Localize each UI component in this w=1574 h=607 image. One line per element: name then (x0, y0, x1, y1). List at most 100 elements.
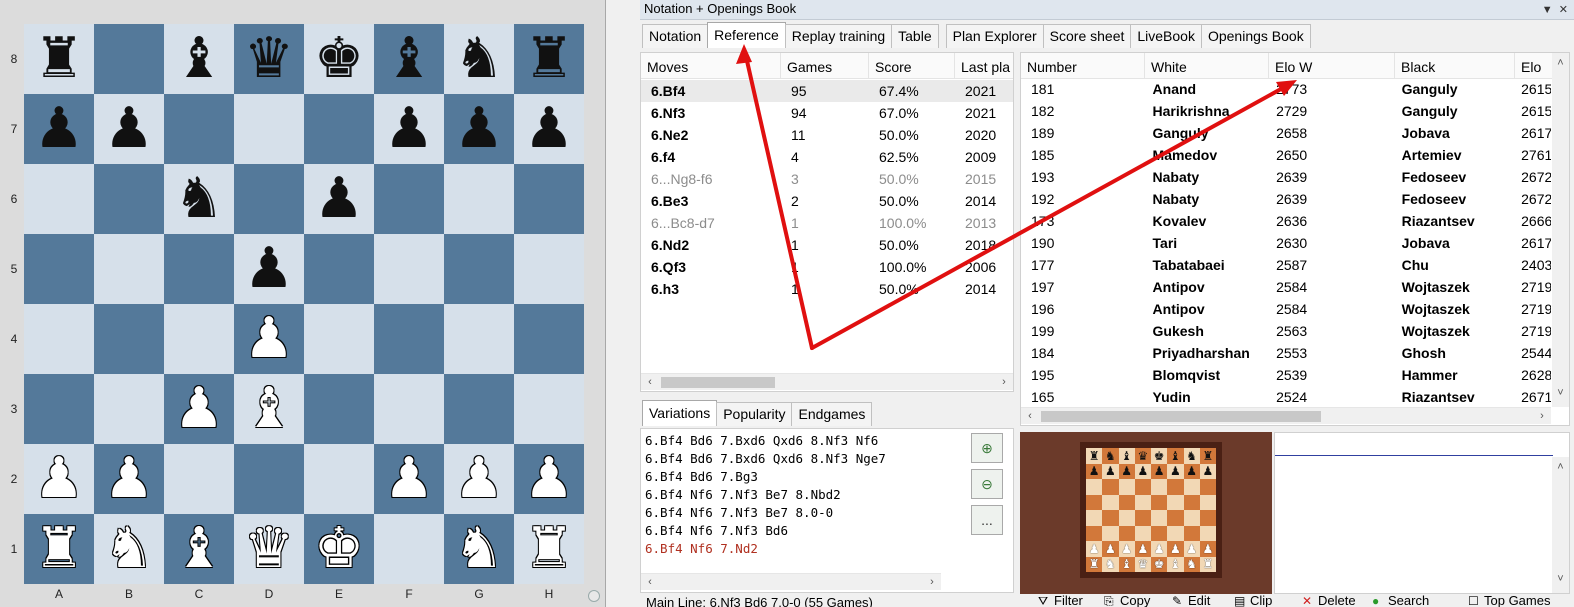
games-table-row[interactable]: 196 Antipov 2584 Wojtaszek 2719 (1021, 298, 1551, 320)
black-pawn-icon[interactable]: ♟ (104, 101, 154, 157)
board-square-c3[interactable]: ♟ (164, 374, 234, 444)
games-table-row[interactable]: 182 Harikrishna 2729 Ganguly 2615 (1021, 100, 1551, 122)
board-square-b4[interactable] (94, 304, 164, 374)
zoom-out-button[interactable]: ⊖ (971, 469, 1003, 499)
col-last-played[interactable]: Last pla (955, 53, 1013, 79)
board-square-h2[interactable]: ♟ (514, 444, 584, 514)
chess-board[interactable]: ♜ ♝ ♛ ♚ ♝ ♞ ♜ ♟ ♟ ♟ ♟ ♟ ♞ ♟ ♟ ♟ ♟ ♝ ♟ ♟ ♟ ♟ ♟ ♜ ♞ ♝ ♛ ♚ ♞ ♜ (24, 24, 584, 584)
board-square-g5[interactable] (444, 234, 514, 304)
black-pawn-icon[interactable]: ♟ (314, 171, 364, 227)
games-table-row[interactable]: 197 Antipov 2584 Wojtaszek 2719 (1021, 276, 1551, 298)
black-knight-icon[interactable]: ♞ (454, 31, 504, 87)
black-pawn-icon[interactable]: ♟ (454, 101, 504, 157)
tab-popularity[interactable]: Popularity (716, 402, 793, 426)
board-square-g3[interactable] (444, 374, 514, 444)
black-bishop-icon[interactable]: ♝ (384, 31, 434, 87)
scroll-down-icon[interactable]: ˅ (1552, 573, 1569, 585)
board-square-d5[interactable]: ♟ (234, 234, 304, 304)
tab-replay-training[interactable]: Replay training (784, 24, 893, 48)
tab-variations[interactable]: Variations (642, 400, 718, 426)
board-square-c4[interactable] (164, 304, 234, 374)
board-square-f3[interactable] (374, 374, 444, 444)
games-hscrollbar[interactable]: ‹ › (1021, 407, 1551, 424)
search-button[interactable]: ● Search (1372, 593, 1429, 607)
games-table-row[interactable]: 165 Yudin 2524 Riazantsev 2671 (1021, 386, 1551, 408)
board-square-b7[interactable]: ♟ (94, 94, 164, 164)
board-square-g7[interactable]: ♟ (444, 94, 514, 164)
board-square-a7[interactable]: ♟ (24, 94, 94, 164)
col-score[interactable]: Score (869, 53, 955, 79)
games-table-row[interactable]: 185 Mamedov 2650 Artemiev 2761 (1021, 144, 1551, 166)
white-bishop-icon[interactable]: ♝ (174, 521, 224, 577)
delete-button[interactable]: ✕ Delete (1302, 593, 1356, 607)
black-bishop-icon[interactable]: ♝ (174, 31, 224, 87)
white-pawn-icon[interactable]: ♟ (524, 451, 574, 507)
games-table-row[interactable]: 199 Gukesh 2563 Wojtaszek 2719 (1021, 320, 1551, 342)
tab-score-sheet[interactable]: Score sheet (1042, 24, 1132, 48)
variation-line[interactable]: 6.Bf4 Nf6 7.Nf3 Bd6 (645, 523, 788, 538)
board-square-f8[interactable]: ♝ (374, 24, 444, 94)
board-square-g1[interactable]: ♞ (444, 514, 514, 584)
board-square-e8[interactable]: ♚ (304, 24, 374, 94)
scroll-left-icon[interactable]: ‹ (1023, 408, 1037, 425)
white-knight-icon[interactable]: ♞ (454, 521, 504, 577)
scroll-left-icon[interactable]: ‹ (643, 574, 657, 591)
scroll-up-icon[interactable]: ˄ (1552, 57, 1569, 69)
moves-table-row[interactable]: 6.Be3 2 50.0% 2014 (641, 190, 1013, 212)
games-table-row[interactable]: 193 Nabaty 2639 Fedoseev 2672 (1021, 166, 1551, 188)
board-square-a4[interactable] (24, 304, 94, 374)
board-square-g6[interactable] (444, 164, 514, 234)
variation-line[interactable]: 6.Bf4 Nf6 7.Nd2 (645, 541, 758, 556)
variation-line[interactable]: 6.Bf4 Nf6 7.Nf3 Be7 8.0-0 (645, 505, 833, 520)
mini-chess-board[interactable]: ♜ ♞ ♝ ♛ ♚ ♝ ♞ ♜ ♟ ♟ ♟ ♟ ♟ ♟ ♟ ♟ ♟ ♟ ♟ ♟ ♟ ♟ ♟ ♟ ♜ ♞ ♝ ♛ ♚ ♝ ♞ ♜ (1086, 448, 1216, 572)
board-square-c2[interactable] (164, 444, 234, 514)
board-square-a2[interactable]: ♟ (24, 444, 94, 514)
variation-line[interactable]: 6.Bf4 Nf6 7.Nf3 Be7 8.Nbd2 (645, 487, 841, 502)
tab-endgames[interactable]: Endgames (791, 402, 873, 426)
board-square-e7[interactable] (304, 94, 374, 164)
col-black[interactable]: Black (1395, 53, 1515, 79)
moves-table-row[interactable]: 6.Ne2 11 50.0% 2020 (641, 124, 1013, 146)
board-square-d1[interactable]: ♛ (234, 514, 304, 584)
moves-table-row[interactable]: 6.Qf3 1 100.0% 2006 (641, 256, 1013, 278)
col-number[interactable]: Number (1021, 53, 1145, 79)
white-queen-icon[interactable]: ♛ (244, 521, 294, 577)
black-king-icon[interactable]: ♚ (314, 31, 364, 87)
games-table-row[interactable]: 192 Nabaty 2639 Fedoseev 2672 (1021, 188, 1551, 210)
board-square-f2[interactable]: ♟ (374, 444, 444, 514)
board-square-c1[interactable]: ♝ (164, 514, 234, 584)
board-square-c8[interactable]: ♝ (164, 24, 234, 94)
board-square-h8[interactable]: ♜ (514, 24, 584, 94)
resize-handle-icon[interactable] (588, 590, 600, 602)
copy-button[interactable]: ⎘ Copy (1104, 593, 1150, 607)
board-square-f5[interactable] (374, 234, 444, 304)
scroll-thumb[interactable] (661, 377, 775, 388)
board-square-e3[interactable] (304, 374, 374, 444)
board-square-f4[interactable] (374, 304, 444, 374)
board-square-g2[interactable]: ♟ (444, 444, 514, 514)
board-square-a1[interactable]: ♜ (24, 514, 94, 584)
variation-line[interactable]: 6.Bf4 Bd6 7.Bxd6 Qxd6 8.Nf3 Nge7 (645, 451, 886, 466)
board-square-a3[interactable] (24, 374, 94, 444)
board-square-b5[interactable] (94, 234, 164, 304)
black-pawn-icon[interactable]: ♟ (244, 241, 294, 297)
board-square-f6[interactable] (374, 164, 444, 234)
board-square-d4[interactable]: ♟ (234, 304, 304, 374)
clip-button[interactable]: ▤ Clip (1234, 593, 1272, 607)
board-square-h1[interactable]: ♜ (514, 514, 584, 584)
scroll-right-icon[interactable]: › (925, 574, 939, 591)
white-pawn-icon[interactable]: ♟ (34, 451, 84, 507)
tab-livebook[interactable]: LiveBook (1130, 24, 1202, 48)
white-pawn-icon[interactable]: ♟ (104, 451, 154, 507)
scroll-right-icon[interactable]: › (997, 374, 1011, 391)
variation-line[interactable]: 6.Bf4 Bd6 7.Bg3 (645, 469, 758, 484)
graph-vscrollbar[interactable]: ˄ ˅ (1552, 457, 1569, 593)
board-square-h3[interactable] (514, 374, 584, 444)
black-pawn-icon[interactable]: ♟ (524, 101, 574, 157)
col-elo-white[interactable]: Elo W (1269, 53, 1395, 79)
board-square-b1[interactable]: ♞ (94, 514, 164, 584)
scroll-up-icon[interactable]: ˄ (1552, 461, 1569, 473)
games-table-row[interactable]: 190 Tari 2630 Jobava 2617 (1021, 232, 1551, 254)
board-square-b6[interactable] (94, 164, 164, 234)
games-table-row[interactable]: 184 Priyadharshan 2553 Ghosh 2544 (1021, 342, 1551, 364)
